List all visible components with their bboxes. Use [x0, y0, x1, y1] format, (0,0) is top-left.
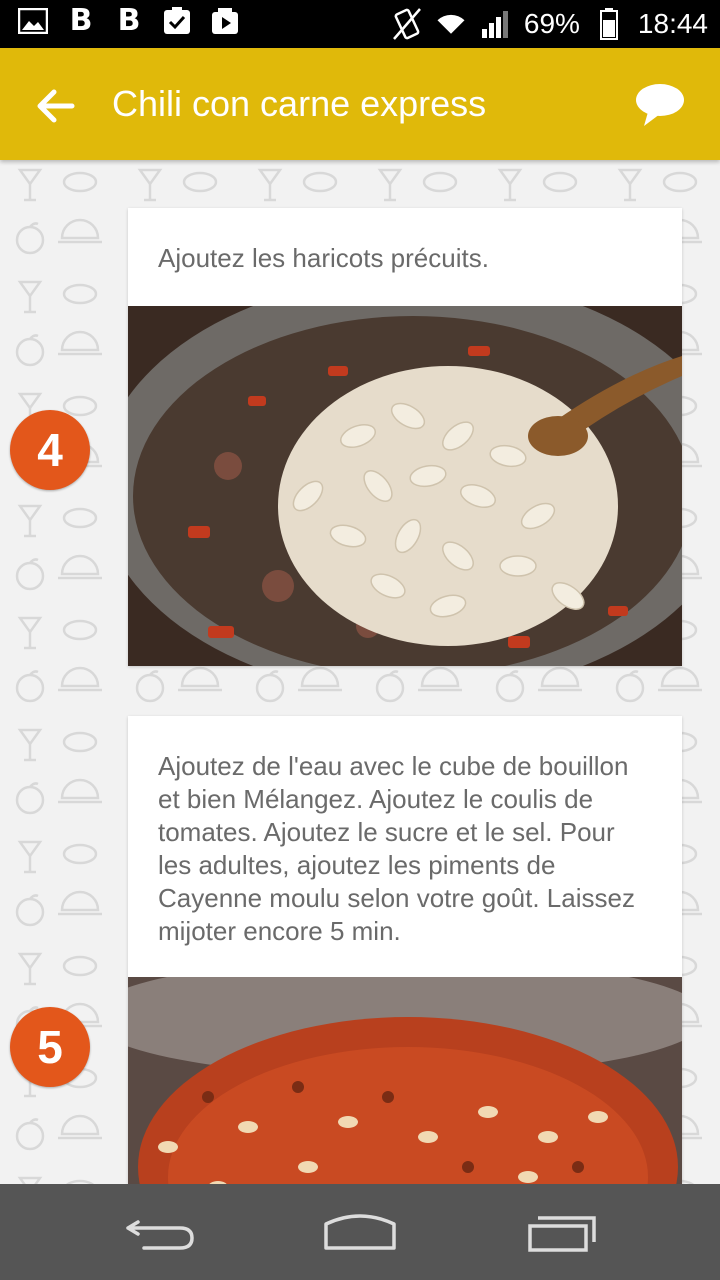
- beats-icon: B: [117, 3, 141, 38]
- step-photo: [128, 977, 682, 1184]
- beats-icon: B: [69, 3, 93, 38]
- wifi-icon: [436, 9, 466, 39]
- play-icon: [210, 6, 240, 36]
- nav-back-icon[interactable]: [120, 1208, 200, 1258]
- vibrate-icon: [392, 8, 422, 40]
- step-text: Ajoutez les haricots précuits.: [158, 243, 489, 273]
- back-arrow-icon[interactable]: [30, 80, 82, 132]
- step-number-badge: 4: [10, 410, 90, 490]
- step-text: Ajoutez de l'eau avec le cube de bouillo…: [158, 751, 635, 946]
- recipe-steps[interactable]: Ajoutez les haricots précuits. 4 Ajoutez…: [0, 160, 720, 1184]
- step-photo: [128, 306, 682, 666]
- comment-icon[interactable]: [634, 82, 686, 128]
- step-number-badge: 5: [10, 1007, 90, 1087]
- step-card: Ajoutez les haricots précuits.: [128, 208, 682, 666]
- gallery-icon: [18, 6, 48, 36]
- battery-percent: 69%: [523, 8, 580, 39]
- page-title: Chili con carne express: [112, 83, 487, 124]
- navigation-bar: [0, 1184, 720, 1280]
- task-icon: [162, 6, 192, 36]
- clock: 18:44: [637, 8, 708, 39]
- signal-icon: [480, 9, 510, 39]
- battery-icon: [594, 8, 624, 40]
- nav-home-icon[interactable]: [320, 1208, 400, 1258]
- step-card: Ajoutez de l'eau avec le cube de bouillo…: [128, 716, 682, 1184]
- nav-recents-icon[interactable]: [522, 1208, 602, 1258]
- status-bar: B B 69% 18:44: [0, 0, 720, 48]
- app-bar: Chili con carne express: [0, 48, 720, 160]
